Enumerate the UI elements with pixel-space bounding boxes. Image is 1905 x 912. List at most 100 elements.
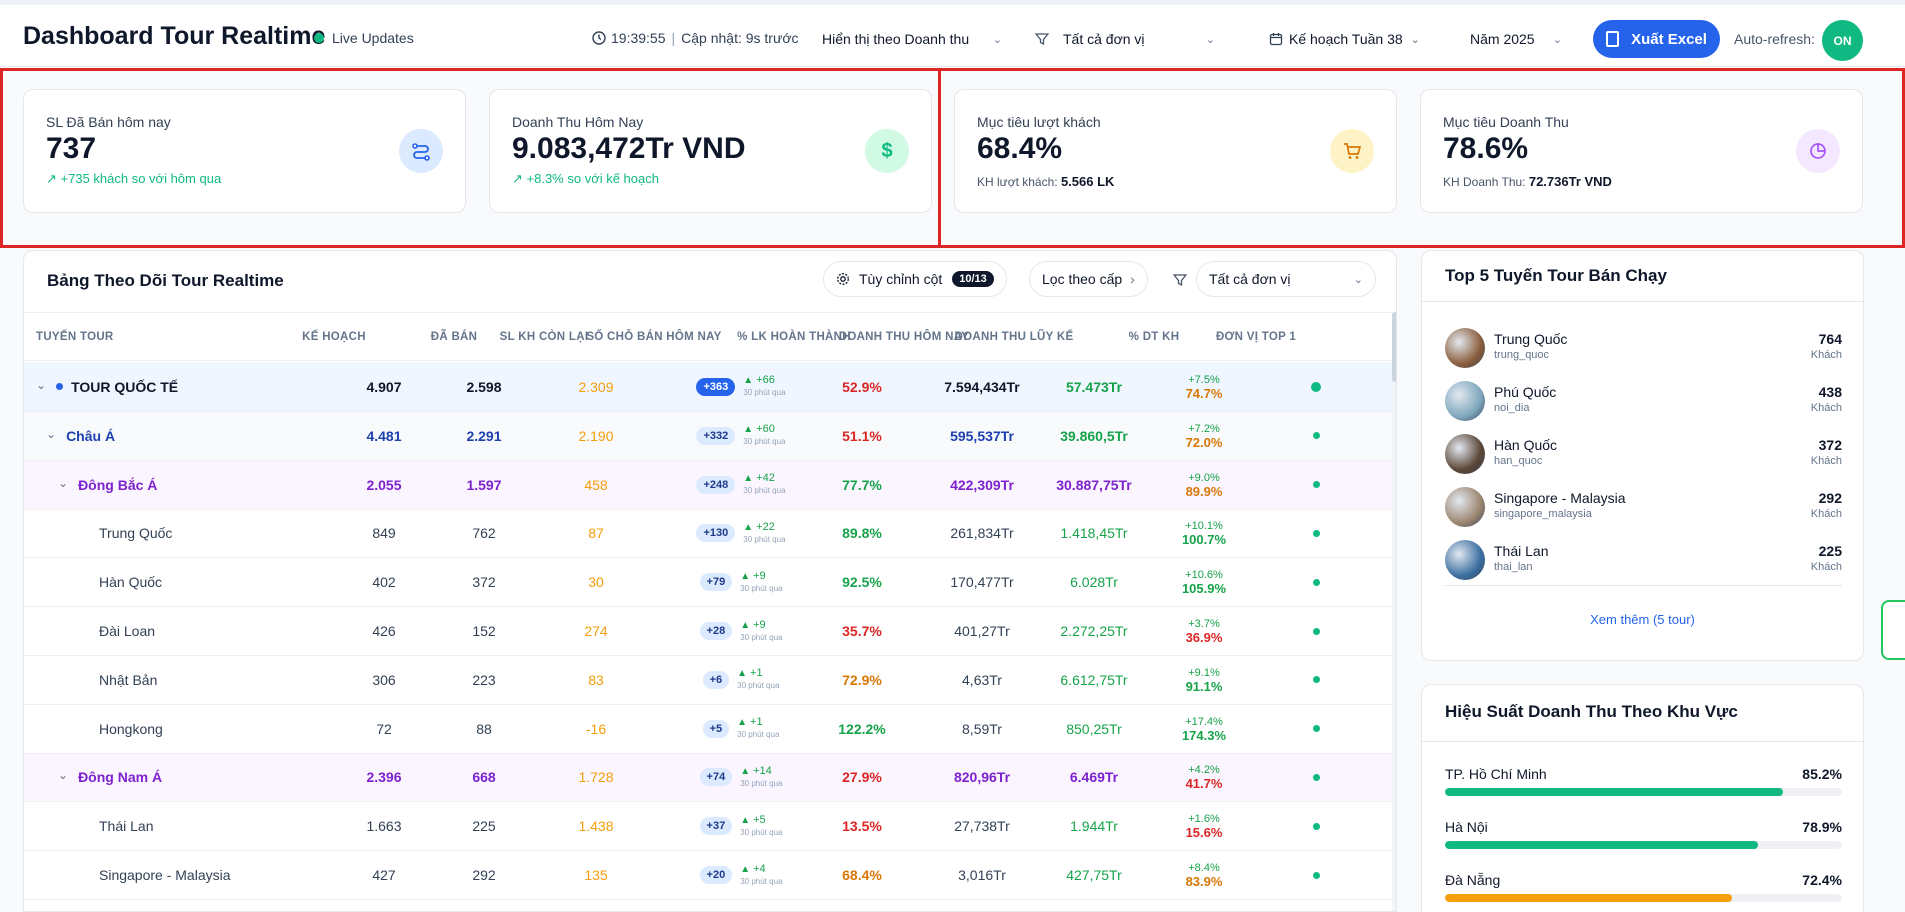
table-row[interactable]: Đài Loan 426 152 274 +28 ▲ +9 30 phút qua 35.7% 4… xyxy=(24,607,1396,656)
tour-name-cell: ⌄ TOUR QUỐC TẾ xyxy=(36,362,296,411)
chevron-down-icon[interactable]: ⌄ xyxy=(36,378,46,392)
increment: ▲ +66 30 phút qua xyxy=(743,375,785,398)
table-row[interactable]: ⌄ Đông Bắc Á 2.055 1.597 458 +248 ▲ +42 30 phút … xyxy=(24,460,1396,510)
table-row[interactable]: ⌄ TOUR QUỐC TẾ 4.907 2.598 2.309 +363 ▲ +66 30 p… xyxy=(24,362,1396,412)
tour-name-cell: ⌄ Đông Bắc Á xyxy=(58,461,318,509)
year-select[interactable]: Năm 2025 ⌄ xyxy=(1460,21,1572,57)
table-title: Bảng Theo Dõi Tour Realtime xyxy=(47,271,284,290)
pct-cell: 77.7% xyxy=(812,461,912,509)
table-unit-filter[interactable]: Tất cả đơn vị ⌄ xyxy=(1196,261,1376,297)
dollar-icon: $ xyxy=(865,129,909,173)
status-dot-icon xyxy=(1312,725,1320,733)
rev_today-value: 595,537Tr xyxy=(950,427,1014,444)
tour-count: 438 xyxy=(1818,384,1842,400)
pct-cell: 72.9% xyxy=(812,656,912,704)
live-status: Live Updates xyxy=(314,30,414,46)
increment: ▲ +9 30 phút qua xyxy=(740,619,782,643)
auto-refresh-toggle[interactable]: ON xyxy=(1822,20,1863,61)
tour-name: Hàn Quốc xyxy=(1494,437,1558,453)
tour-unit: Khách xyxy=(1810,561,1842,573)
arrow-up-icon: ▲ xyxy=(737,668,748,680)
kpi-value: 9.083,472Tr VND xyxy=(512,132,746,165)
chevron-down-icon[interactable]: ⌄ xyxy=(58,476,68,490)
dt-value: 74.7% xyxy=(1185,385,1223,401)
top-unit-cell xyxy=(1266,802,1366,850)
rev_today-value: 261,834Tr xyxy=(950,525,1014,542)
region-pct: 85.2% xyxy=(1802,766,1842,782)
table-row[interactable]: ⌄ Châu Á 4.481 2.291 2.190 +332 ▲ +60 30 phút qu… xyxy=(24,412,1396,461)
table-row[interactable]: ⌄ Đông Nam Á 2.396 668 1.728 +74 ▲ +14 30 phút q… xyxy=(24,753,1396,803)
sold-cell: 2.291 xyxy=(439,412,529,460)
tour-count: 292 xyxy=(1818,490,1842,506)
tour-slug: noi_dia xyxy=(1494,402,1530,414)
top-tour-item[interactable]: Thái Lan thai_lan 225 Khách xyxy=(1445,538,1842,582)
top-tour-item[interactable]: Phú Quốc noi_dia 438 Khách xyxy=(1445,379,1842,423)
remain-cell: 1.728 xyxy=(546,754,646,802)
dt-value: 100.7% xyxy=(1181,532,1227,548)
column-header[interactable]: TUYẾN TOUR xyxy=(36,313,286,360)
tour-thumbnail xyxy=(1445,328,1485,368)
sold-value: 762 xyxy=(472,525,496,542)
cart-icon xyxy=(1330,129,1374,173)
table-row[interactable]: Trung Quốc 849 762 87 +130 ▲ +22 30 phút qua 89.… xyxy=(24,509,1396,559)
chevron-down-icon: ⌄ xyxy=(992,33,1002,46)
sold-today-badge: +130 xyxy=(696,524,736,543)
chevron-down-icon[interactable]: ⌄ xyxy=(58,768,68,782)
column-header[interactable]: ĐƠN VỊ TOP 1 xyxy=(1171,313,1341,360)
tour-name: Phú Quốc xyxy=(1494,384,1557,400)
top-tour-item[interactable]: Trung Quốc trung_quoc 764 Khách xyxy=(1445,326,1842,370)
export-excel-button[interactable]: Xuất Excel xyxy=(1593,20,1720,58)
unit-filter-select[interactable]: Tất cả đơn vị ⌄ xyxy=(1025,21,1225,57)
side-widget-tab[interactable] xyxy=(1881,600,1905,660)
kpi-trend: ↗ +735 khách so với hôm qua xyxy=(46,171,222,186)
status-dot-icon xyxy=(1312,627,1320,635)
pct-cell: 122.2% xyxy=(812,705,912,753)
remain-cell: -16 xyxy=(546,705,646,753)
plan-select[interactable]: Kế hoạch Tuần 38 ⌄ xyxy=(1259,21,1431,57)
scrollbar-track[interactable] xyxy=(1392,312,1396,911)
live-label: Live Updates xyxy=(332,30,414,46)
top-tour-item[interactable]: Hàn Quốc han_quoc 372 Khách xyxy=(1445,432,1842,476)
plan-cell: 4.907 xyxy=(334,362,434,411)
table-row[interactable]: Nhật Bản 306 223 83 +6 ▲ +1 30 phút qua 72.9% 4,6… xyxy=(24,656,1396,705)
sold-today-cell: +363 ▲ +66 30 phút qua xyxy=(676,362,806,411)
tour-name-cell: Singapore - Malaysia xyxy=(99,851,359,899)
remain-cell: 458 xyxy=(546,461,646,509)
plan-cell: 2.055 xyxy=(334,461,434,509)
region-item: Hà Nội 78.9% xyxy=(1445,819,1842,863)
customize-columns-button[interactable]: Tùy chỉnh cột 10/13 xyxy=(823,261,1007,297)
tour-count: 764 xyxy=(1818,331,1842,347)
top-tour-item[interactable]: Singapore - Malaysia singapore_malaysia 29… xyxy=(1445,485,1842,529)
chevron-down-icon[interactable]: ⌄ xyxy=(46,427,56,441)
table-row[interactable]: Singapore - Malaysia 427 292 135 +20 ▲ +4 30 ph… xyxy=(24,851,1396,900)
rev_total-value: 1.418,45Tr xyxy=(1060,525,1128,542)
scrollbar-thumb[interactable] xyxy=(1392,312,1396,382)
pie-icon xyxy=(1796,129,1840,173)
table-row[interactable]: Hongkong 72 88 -16 +5 ▲ +1 30 phút qua 122.2% 8,5… xyxy=(24,704,1396,754)
column-header[interactable]: SỐ CHỖ BÁN HÔM NAY xyxy=(564,313,744,360)
top-unit-cell xyxy=(1266,558,1366,606)
sold-today-badge: +332 xyxy=(696,426,736,445)
filter-level-button[interactable]: Lọc theo cấp › xyxy=(1029,261,1148,297)
export-label: Xuất Excel xyxy=(1631,30,1707,48)
pct-value: 35.7% xyxy=(842,623,882,640)
remain-value: 83 xyxy=(588,671,604,688)
pct-value: 92.5% xyxy=(842,574,882,591)
dt-change: +17.4% xyxy=(1185,715,1223,728)
sold-cell: 668 xyxy=(439,754,529,802)
see-more-link[interactable]: Xem thêm (5 tour) xyxy=(1422,612,1863,627)
rev_total-value: 427,75Tr xyxy=(1066,867,1122,884)
column-header[interactable]: KẾ HOẠCH xyxy=(259,313,409,360)
rev_today-value: 8,59Tr xyxy=(962,720,1002,737)
remain-value: 30 xyxy=(588,574,604,591)
tour-name-cell: ⌄ Châu Á xyxy=(46,412,306,460)
column-header[interactable]: DOANH THU LŨY KẾ xyxy=(924,313,1104,360)
display-select[interactable]: Hiển thị theo Doanh thu ⌄ xyxy=(812,21,1012,57)
table-row[interactable]: Hàn Quốc 402 372 30 +79 ▲ +9 30 phút qua 92.5% 17… xyxy=(24,558,1396,608)
table-row[interactable]: Thái Lan 1.663 225 1.438 +37 ▲ +5 30 phút qua 13… xyxy=(24,802,1396,852)
status-dot-icon xyxy=(1312,432,1320,440)
rev_total-cell: 427,75Tr xyxy=(1024,851,1164,899)
region-item: Đà Nẵng 72.4% xyxy=(1445,872,1842,912)
tour-name: Đông Bắc Á xyxy=(78,476,158,493)
remain-value: 1.728 xyxy=(578,769,614,786)
